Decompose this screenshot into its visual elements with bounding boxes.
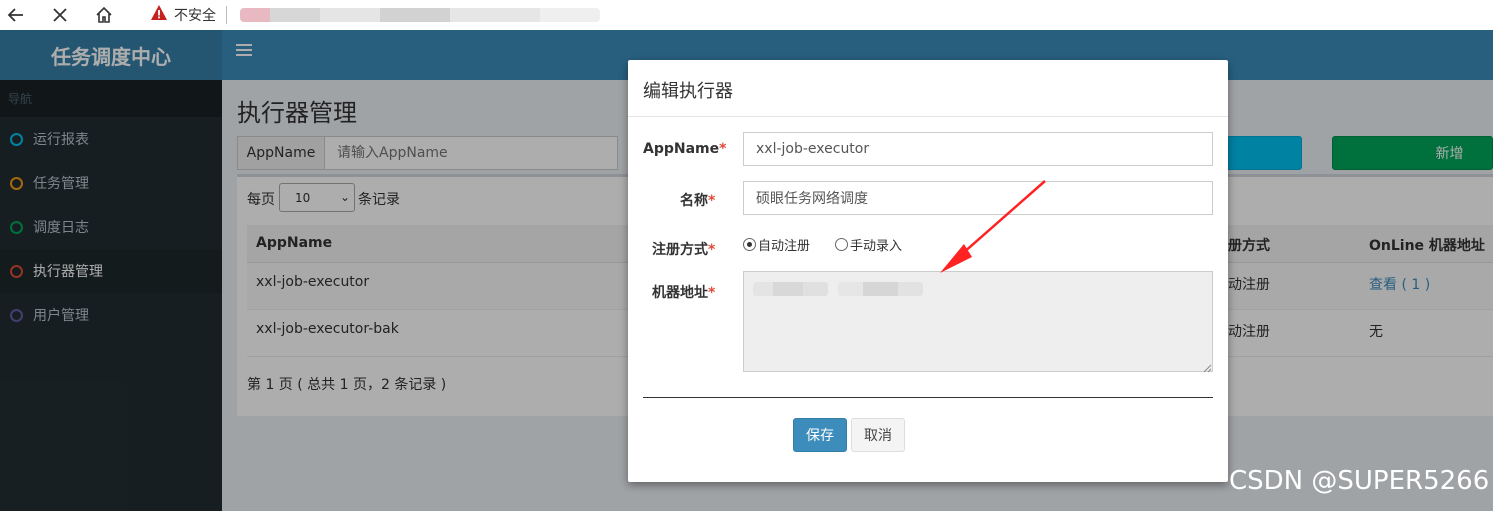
radio-unchecked-icon xyxy=(835,238,848,251)
radio-checked-icon xyxy=(743,238,756,251)
required-mark: * xyxy=(708,242,716,258)
appname-field-value: xxl-job-executor xyxy=(756,141,870,157)
address-value-blurred xyxy=(838,282,923,296)
radio-manual-entry[interactable]: 手动录入 xyxy=(835,235,902,254)
warning-icon xyxy=(150,4,168,22)
address-value-blurred xyxy=(753,282,828,296)
address-label: 机器地址* xyxy=(652,282,715,302)
required-mark: * xyxy=(708,193,716,209)
required-mark: * xyxy=(708,285,716,301)
arrow-shaft xyxy=(953,180,1046,262)
register-type-label: 注册方式* xyxy=(652,239,715,259)
browser-toolbar xyxy=(0,0,1493,30)
name-label: 名称* xyxy=(680,190,715,210)
url-separator xyxy=(226,6,227,24)
appname-label-text: AppName xyxy=(643,141,720,157)
name-field-value: 硕眼任务网络调度 xyxy=(756,191,868,207)
modal-header-divider xyxy=(628,116,1228,117)
appname-field[interactable]: xxl-job-executor xyxy=(743,132,1213,166)
back-arrow-icon[interactable] xyxy=(4,3,28,27)
radio-auto-register[interactable]: 自动注册 xyxy=(743,235,810,254)
required-mark: * xyxy=(719,141,727,157)
red-arrow-annotation xyxy=(940,180,1046,273)
home-icon[interactable] xyxy=(92,3,116,27)
address-label-text: 机器地址 xyxy=(652,285,708,301)
modal-title: 编辑执行器 xyxy=(643,81,733,102)
insecure-label[interactable]: 不安全 xyxy=(174,5,216,25)
appname-label: AppName* xyxy=(643,141,726,157)
watermark: CSDN @SUPER5266 xyxy=(1229,466,1490,496)
name-label-text: 名称 xyxy=(680,193,708,209)
radio-label: 自动注册 xyxy=(758,239,811,254)
cancel-button[interactable]: 取消 xyxy=(851,418,905,452)
register-type-label-text: 注册方式 xyxy=(652,242,708,258)
resize-grip-icon[interactable] xyxy=(1203,361,1212,373)
form-divider xyxy=(643,397,1213,398)
save-button[interactable]: 保存 xyxy=(793,418,847,452)
address-bar-url-blurred[interactable] xyxy=(240,8,600,22)
close-icon[interactable] xyxy=(48,3,72,27)
radio-label: 手动录入 xyxy=(850,239,903,254)
